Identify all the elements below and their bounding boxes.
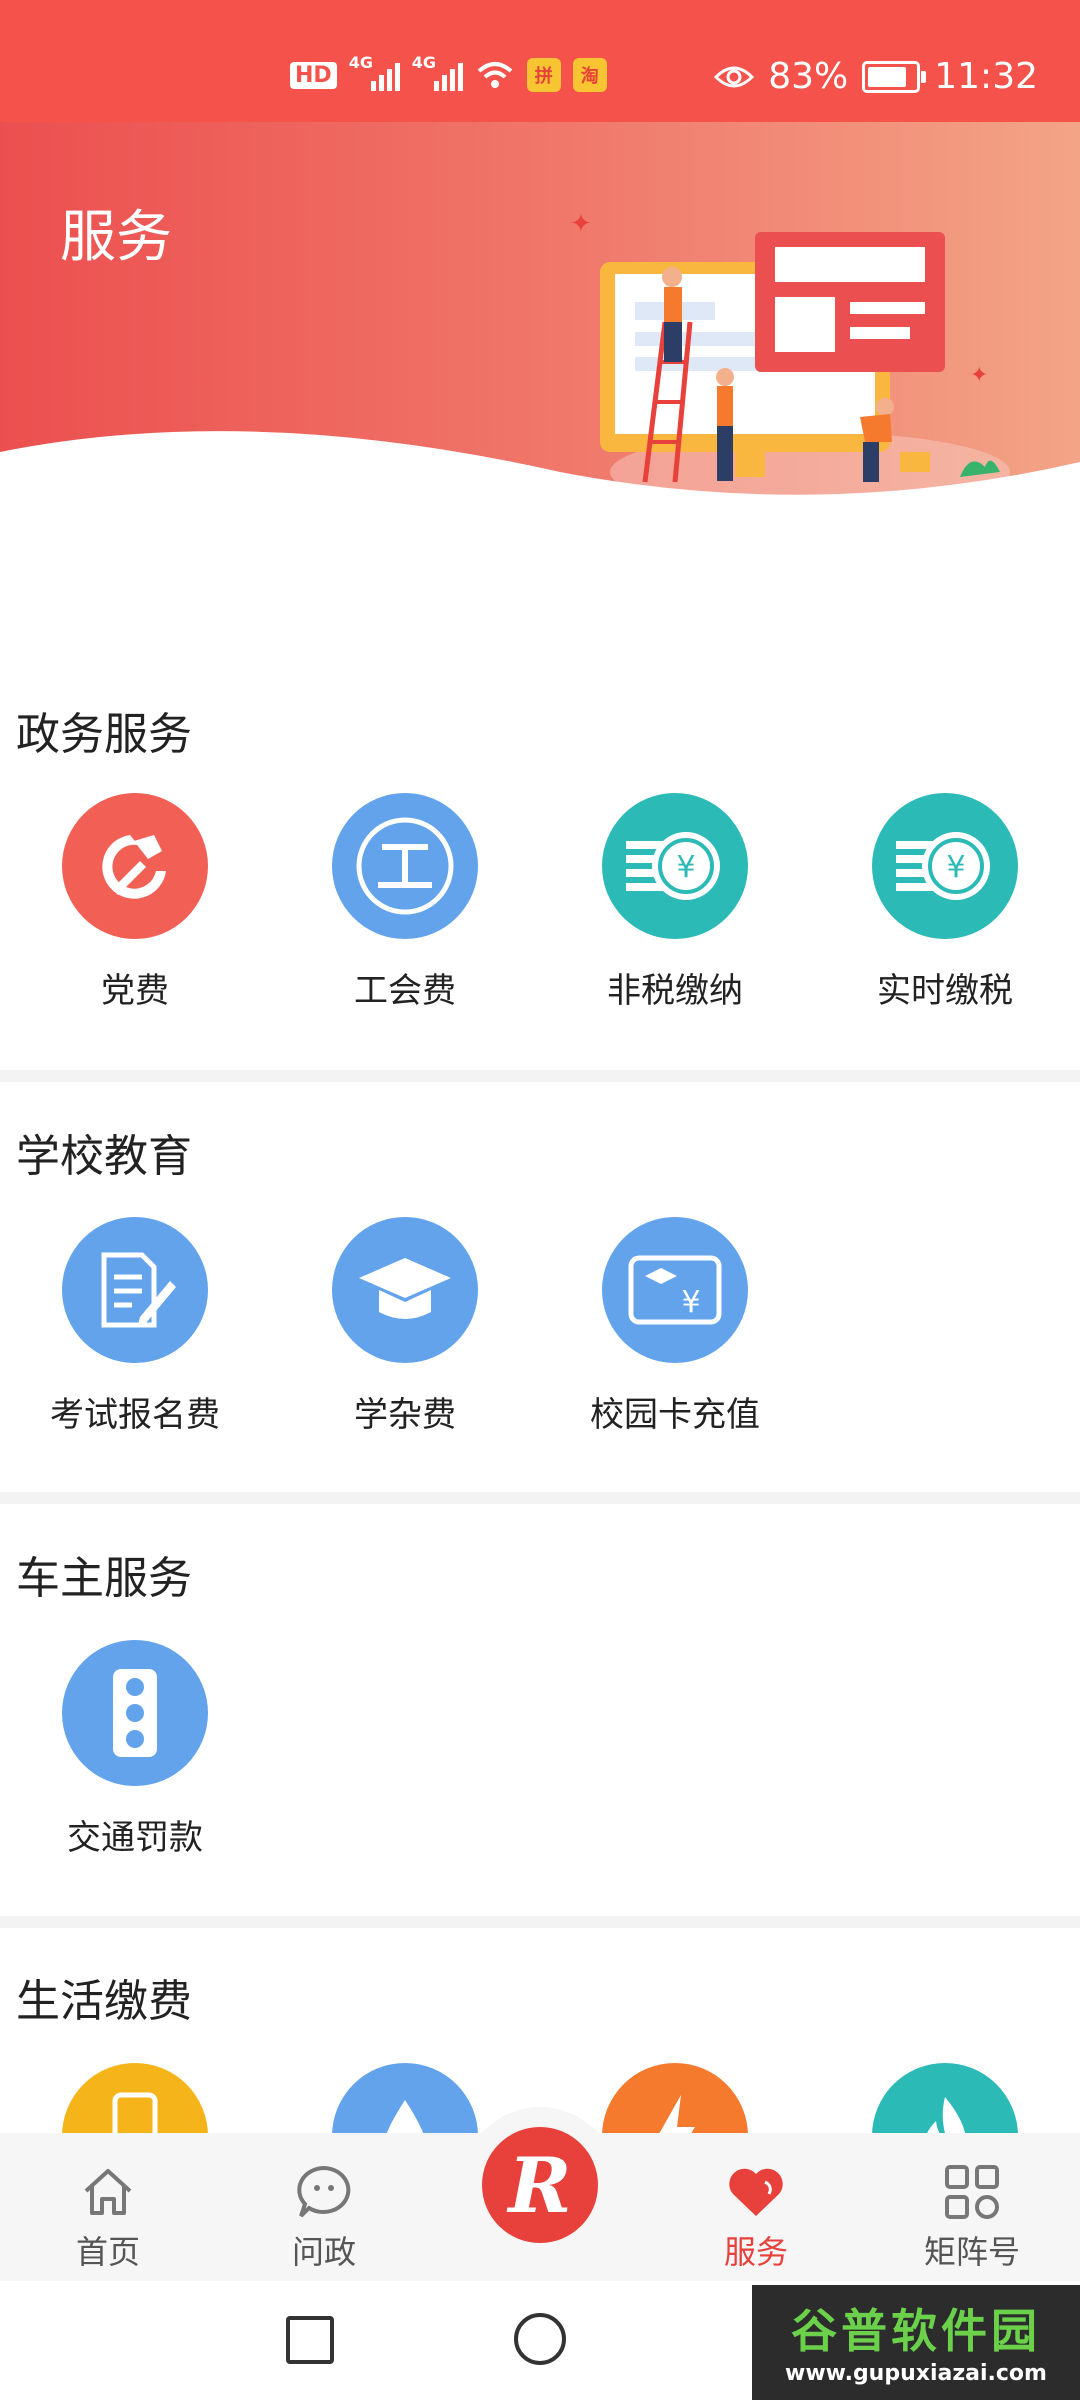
battery-icon <box>862 60 927 93</box>
status-left: HD 4G 4G 拼 淘 <box>290 53 607 92</box>
status-right: 83% 11:32 <box>714 56 1038 97</box>
heart-icon <box>648 2159 864 2225</box>
grid-icon <box>864 2159 1080 2225</box>
tile-non-tax-payment[interactable]: ¥ 非税缴纳 <box>540 793 810 1012</box>
hd-badge: HD <box>290 61 337 89</box>
nav-label: 服务 <box>723 2233 788 2271</box>
svg-text:¥: ¥ <box>676 850 695 885</box>
traffic-light-icon <box>62 1640 208 1786</box>
section-divider <box>0 1492 1080 1504</box>
tile-label: 党费 <box>101 971 169 1011</box>
chat-icon <box>216 2159 432 2225</box>
eye-icon <box>714 66 755 87</box>
coin-stack-icon: ¥ <box>602 793 748 939</box>
nav-center-logo-button[interactable]: R <box>462 2107 618 2263</box>
tile-label: 考试报名费 <box>50 1395 220 1435</box>
app-logo-icon: R <box>482 2127 598 2243</box>
svg-text:✦: ✦ <box>570 209 592 239</box>
nav-label: 矩阵号 <box>923 2233 1020 2271</box>
section-title-education: 学校教育 <box>16 1131 192 1182</box>
tile-realtime-tax[interactable]: ¥ 实时缴税 <box>810 793 1080 1012</box>
campus-card-icon: ¥ <box>602 1217 748 1363</box>
tile-label: 校园卡充值 <box>590 1395 760 1435</box>
nav-matrix[interactable]: 矩阵号 <box>864 2133 1080 2281</box>
banner-wave <box>0 431 1080 522</box>
nav-label: 问政 <box>291 2233 356 2271</box>
tile-campus-card[interactable]: ¥ 校园卡充值 <box>540 1217 810 1436</box>
tile-party-fee[interactable]: 党费 <box>0 793 270 1012</box>
clock: 11:32 <box>934 56 1038 97</box>
nav-home[interactable]: 首页 <box>0 2133 216 2281</box>
signal-icon: 4G <box>349 53 400 91</box>
coin-stack-icon: ¥ <box>872 793 1018 939</box>
union-icon <box>332 793 478 939</box>
home-button[interactable] <box>514 2313 566 2365</box>
tile-union-fee[interactable]: 工会费 <box>270 793 540 1012</box>
wifi-icon <box>477 62 513 88</box>
tile-label: 学杂费 <box>354 1395 456 1435</box>
section-divider <box>0 1916 1080 1928</box>
nav-wenzheng[interactable]: 问政 <box>216 2133 432 2281</box>
watermark-url: www.gupuxiazai.com <box>785 2361 1047 2386</box>
battery-fill <box>868 66 907 87</box>
section-title-government: 政务服务 <box>16 709 192 760</box>
tile-tuition-fee[interactable]: 学杂费 <box>270 1217 540 1436</box>
tile-label: 非税缴纳 <box>607 971 743 1011</box>
svg-text:¥: ¥ <box>681 1285 700 1320</box>
nav-label: 首页 <box>75 2233 140 2271</box>
tile-label: 交通罚款 <box>67 1818 203 1858</box>
home-icon <box>0 2159 216 2225</box>
tile-label: 实时缴税 <box>877 971 1013 1011</box>
recent-apps-button[interactable] <box>286 2316 334 2364</box>
tile-label: 工会费 <box>354 971 456 1011</box>
watermark-title: 谷普软件园 <box>791 2304 1041 2358</box>
svg-text:¥: ¥ <box>946 850 965 885</box>
nav-service[interactable]: 服务 <box>648 2133 864 2281</box>
section-divider <box>0 1070 1080 1082</box>
section-title-car-owner: 车主服务 <box>16 1553 192 1604</box>
header-banner: 服务 ✦ ✦ ✦ <box>0 122 1080 522</box>
graduation-cap-icon <box>332 1217 478 1363</box>
section-title-living-payment: 生活缴费 <box>16 1976 192 2027</box>
status-bar: HD 4G 4G 拼 淘 83% 11:32 <box>0 0 1080 122</box>
document-pen-icon <box>62 1217 208 1363</box>
battery-percent: 83% <box>768 56 849 97</box>
pinduoduo-app-icon: 拼 <box>526 58 561 92</box>
tile-exam-fee[interactable]: 考试报名费 <box>0 1217 270 1436</box>
hammer-sickle-icon <box>62 793 208 939</box>
signal-icon-2: 4G <box>412 53 463 91</box>
watermark: 谷普软件园 www.gupuxiazai.com <box>752 2285 1080 2400</box>
taobao-app-icon: 淘 <box>572 58 607 92</box>
page-title: 服务 <box>60 205 172 270</box>
tile-traffic-fine[interactable]: 交通罚款 <box>0 1640 270 1859</box>
bottom-nav: 首页 问政 R 服务 矩阵号 <box>0 2107 1080 2281</box>
